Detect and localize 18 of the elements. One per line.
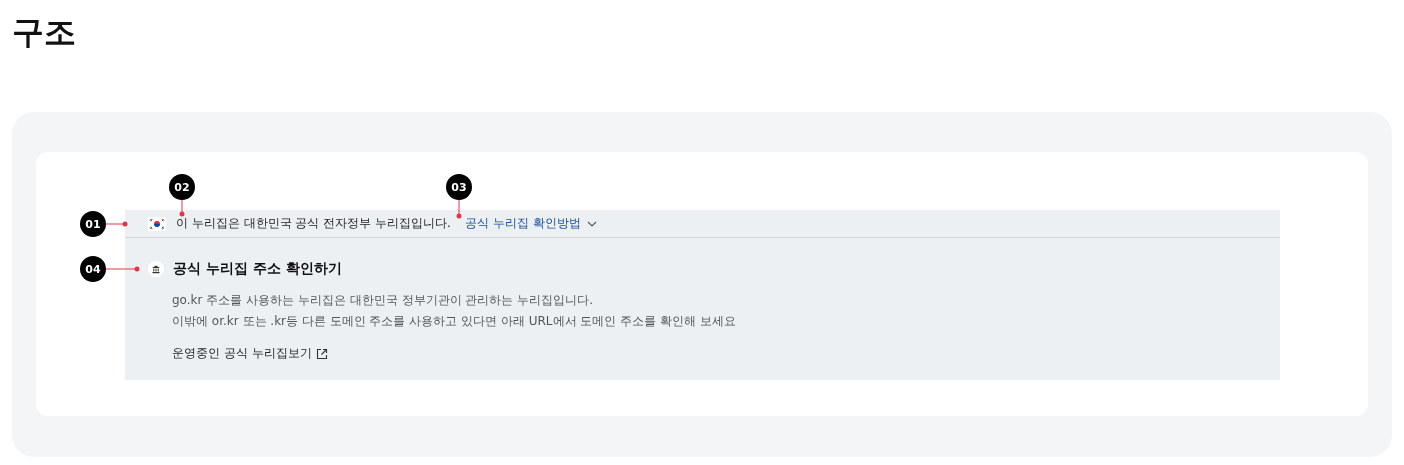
leader-line [103, 266, 140, 272]
external-link[interactable]: 운영중인 공식 누리집보기 [172, 345, 328, 362]
callout-badge: 02 [169, 174, 195, 200]
callout-badge: 04 [80, 256, 106, 282]
callout-badge: 01 [80, 211, 106, 237]
page-title: 구조 [12, 12, 77, 53]
leader-line [179, 197, 185, 217]
flag-icon [148, 216, 166, 231]
description-text: 이밖에 or.kr 또는 .kr등 다른 도메인 주소를 사용하고 있다면 아래 URL에서 도메인 주소를 확인해 보세요 [172, 313, 737, 330]
building-icon [148, 261, 164, 277]
external-link-icon [315, 347, 328, 360]
notice-text: 이 누리집은 대한민국 공식 전자정부 누리집입니다. [176, 215, 451, 232]
leader-line [103, 221, 128, 227]
callout-badge: 03 [446, 174, 472, 200]
description-text: go.kr 주소를 사용하는 누리집은 대한민국 정부기관이 관리하는 누리집입니다. [172, 292, 594, 309]
section-heading: 공식 누리집 주소 확인하기 [173, 260, 342, 278]
toggle-link[interactable]: 공식 누리집 확인방법 [464, 215, 597, 232]
leader-line [456, 197, 462, 219]
